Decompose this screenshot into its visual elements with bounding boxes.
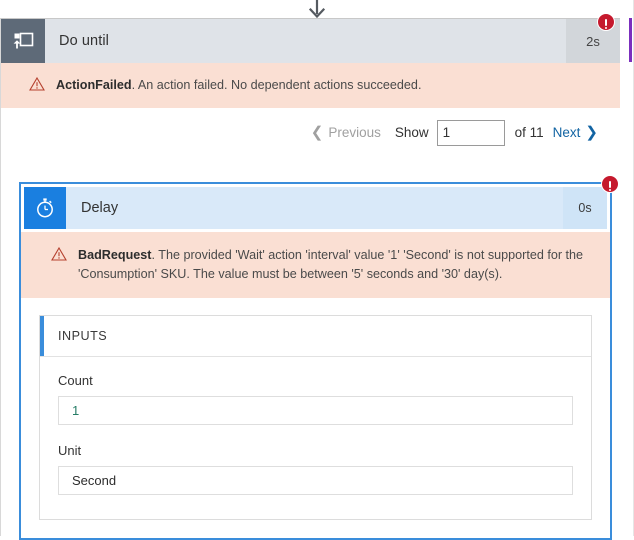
inputs-section-body: Count 1 Unit Second xyxy=(40,357,591,519)
down-arrow-icon xyxy=(308,0,326,18)
page-number-input[interactable] xyxy=(436,119,505,146)
delay-icon-container xyxy=(24,187,66,229)
delay-error-badge xyxy=(601,175,619,193)
page-total-label: of 11 xyxy=(514,125,544,140)
delay-title: Delay xyxy=(66,187,563,229)
previous-label: Previous xyxy=(328,125,381,140)
unit-field-value[interactable]: Second xyxy=(58,466,573,495)
next-label: Next xyxy=(552,125,581,140)
do-until-error-banner: ActionFailed. An action failed. No depen… xyxy=(1,63,620,108)
do-until-title: Do until xyxy=(59,33,109,49)
next-button[interactable]: Next ❯ xyxy=(553,125,598,140)
delay-action-card: Delay 0s BadRequest. The provided 'Wait'… xyxy=(19,175,619,540)
pagination-bar: ❮ Previous Show of 11 Next ❯ xyxy=(1,108,620,157)
count-field-label: Count xyxy=(58,373,93,388)
delay-header[interactable]: Delay 0s xyxy=(24,175,619,229)
delay-error-banner: BadRequest. The provided 'Wait' action '… xyxy=(21,232,610,298)
inputs-section-header[interactable]: INPUTS xyxy=(40,316,591,357)
inputs-panel: INPUTS Count 1 Unit Second xyxy=(39,315,592,520)
delay-error-message: . The provided 'Wait' action 'interval' … xyxy=(78,248,584,281)
do-until-error-message: . An action failed. No dependent actions… xyxy=(131,78,422,92)
inputs-section-label: INPUTS xyxy=(58,329,108,343)
delay-error-code: BadRequest xyxy=(78,248,152,262)
do-until-header[interactable]: Do until 2s xyxy=(1,13,620,63)
warning-triangle-icon xyxy=(29,77,45,91)
right-purple-strip xyxy=(629,18,632,62)
chevron-right-icon: ❯ xyxy=(585,124,598,141)
do-until-loop-icon xyxy=(13,32,34,49)
delay-error-text: BadRequest. The provided 'Wait' action '… xyxy=(78,246,592,284)
warning-triangle-icon xyxy=(51,247,67,261)
do-until-error-text: ActionFailed. An action failed. No depen… xyxy=(56,76,421,95)
previous-button[interactable]: ❮ Previous xyxy=(311,125,381,140)
delay-duration: 0s xyxy=(563,187,607,229)
chevron-left-icon: ❮ xyxy=(310,124,324,141)
do-until-icon-container xyxy=(1,19,45,63)
flow-connector xyxy=(0,0,634,18)
show-label: Show xyxy=(394,125,429,140)
count-field-value[interactable]: 1 xyxy=(58,396,573,425)
field-spacer xyxy=(58,425,573,443)
do-until-error-badge xyxy=(597,13,615,31)
do-until-scope-card: Do until 2s ActionFailed. An action fail… xyxy=(0,13,620,540)
stopwatch-icon xyxy=(37,198,53,218)
unit-field-label: Unit xyxy=(58,443,82,458)
do-until-error-code: ActionFailed xyxy=(56,78,132,92)
